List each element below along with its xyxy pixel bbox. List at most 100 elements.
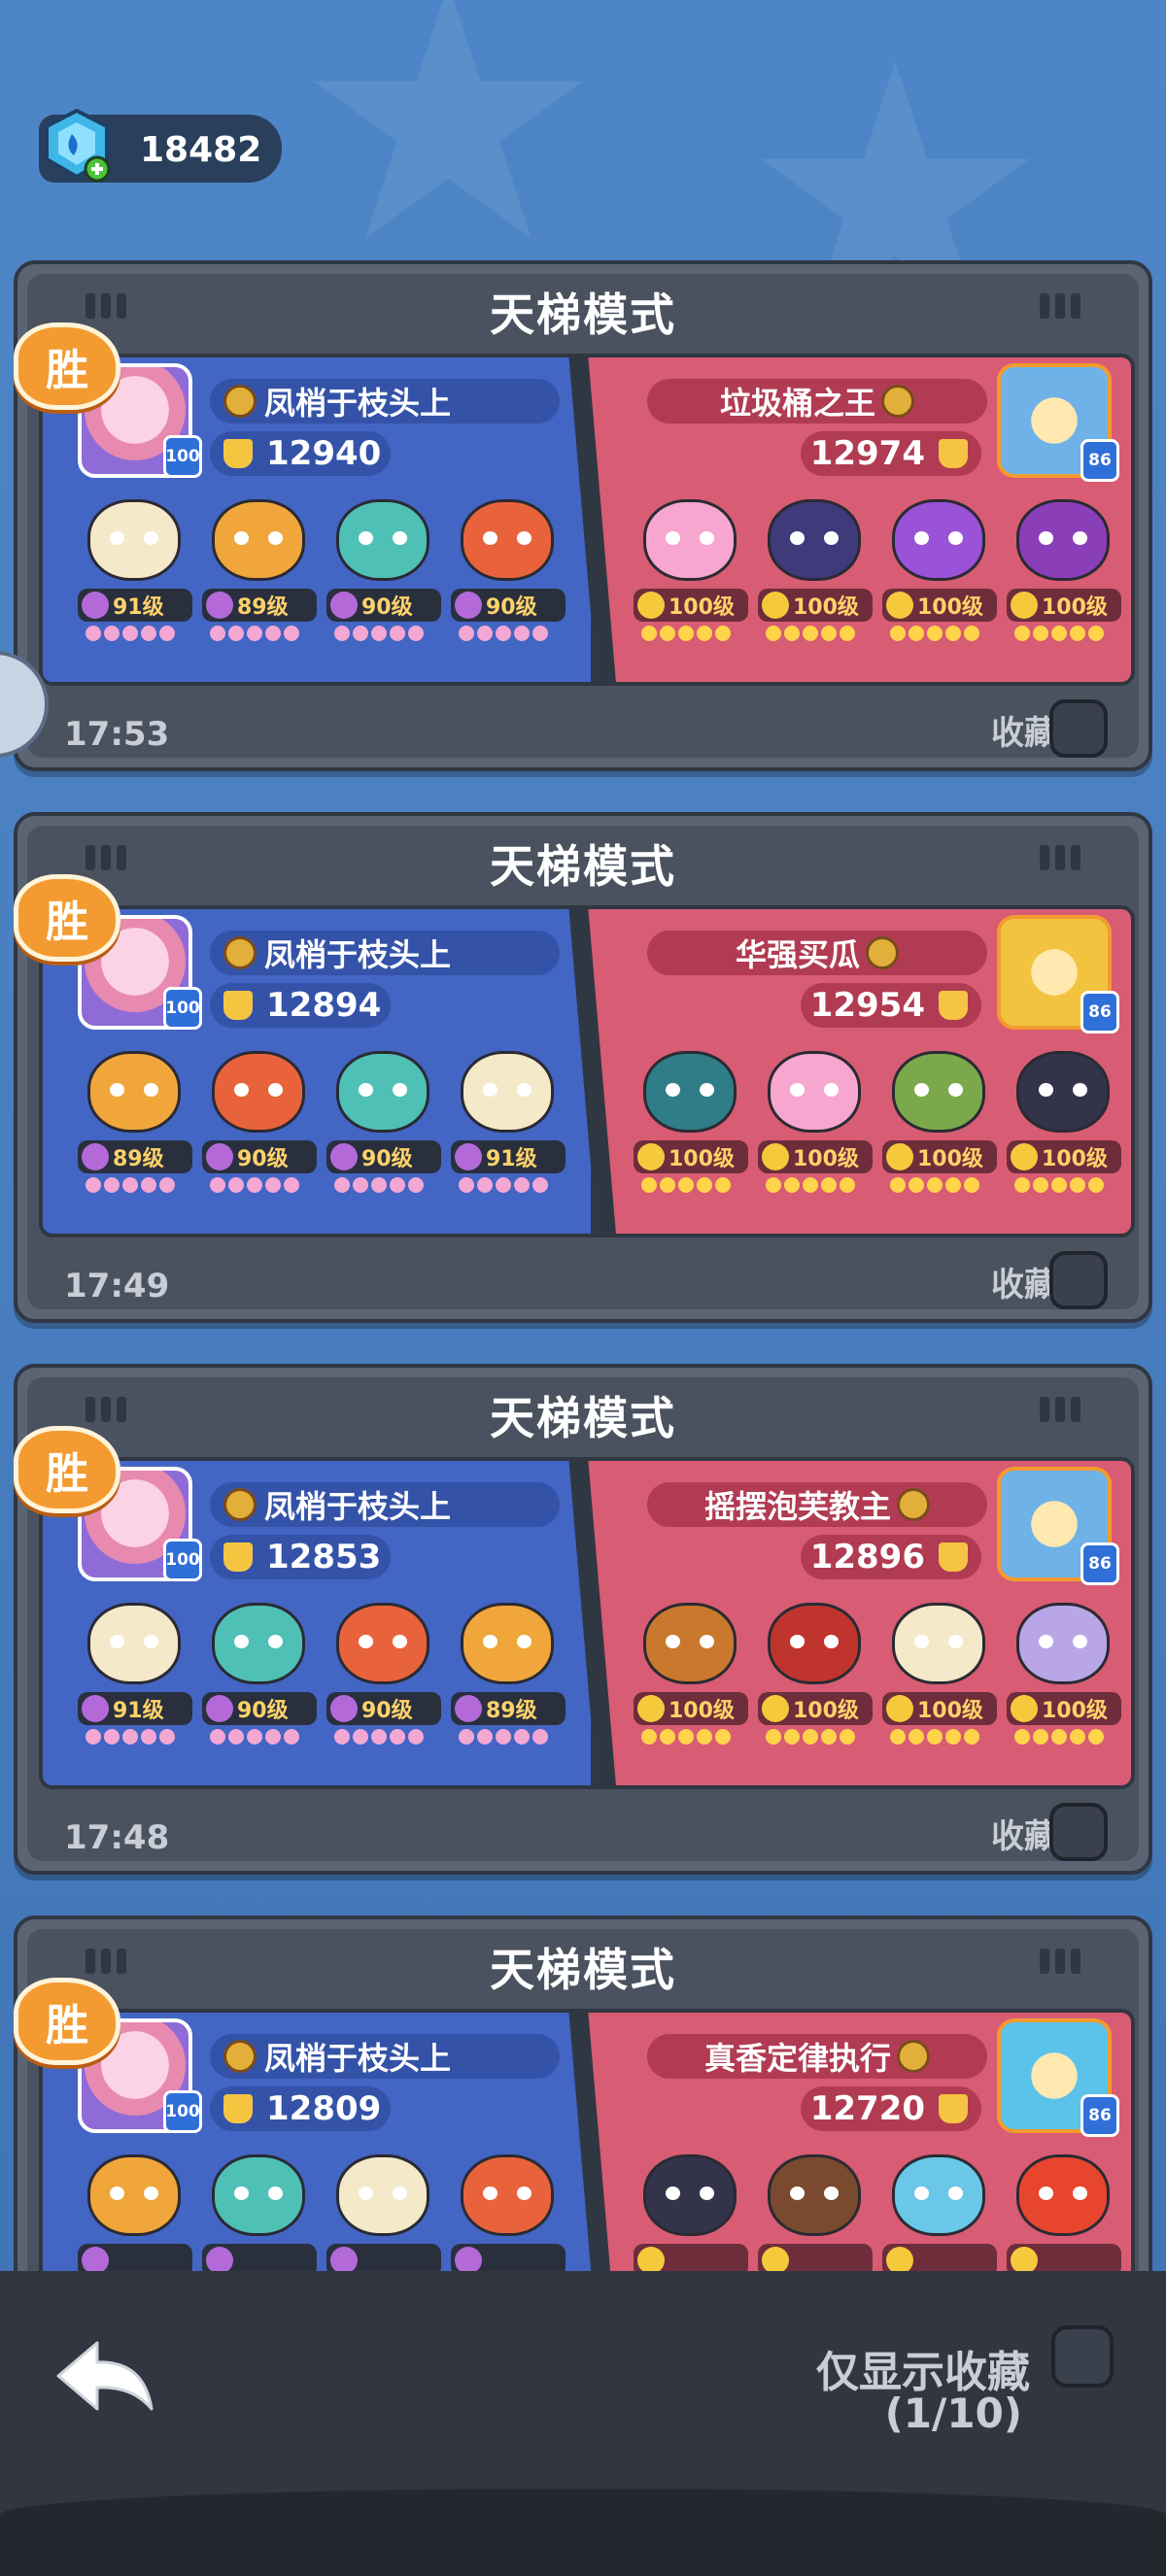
opponent-name-pill: 华强买瓜 bbox=[647, 931, 987, 975]
hero-portrait[interactable] bbox=[1016, 2154, 1110, 2236]
star-flower-icon bbox=[762, 1143, 789, 1170]
opponent-name: 华强买瓜 bbox=[735, 936, 860, 973]
hero-portrait[interactable] bbox=[1016, 499, 1110, 581]
hero-portrait[interactable] bbox=[892, 2154, 985, 2236]
trophy-icon bbox=[223, 991, 253, 1020]
hero-portrait[interactable] bbox=[461, 1051, 554, 1133]
hero-portrait[interactable] bbox=[1016, 1603, 1110, 1684]
star-icon bbox=[803, 626, 818, 641]
hero-eyes bbox=[233, 530, 284, 545]
hero-portrait[interactable] bbox=[461, 1603, 554, 1684]
match-card: 天梯模式 100 凤梢于枝头上 12853 摇摆泡芙教主 12896 86 91级 90级 90级… bbox=[14, 1364, 1152, 1875]
hero-portrait[interactable] bbox=[212, 1603, 305, 1684]
hero-portrait[interactable] bbox=[643, 2154, 737, 2236]
player-level-badge: 100 bbox=[163, 1539, 202, 1581]
hero-star-rating bbox=[459, 1177, 548, 1195]
win-badge: 胜 bbox=[14, 322, 120, 410]
star-icon bbox=[353, 1729, 368, 1745]
bottom-bar: 仅显示收藏 (1/10) bbox=[0, 2271, 1166, 2576]
hero-portrait[interactable] bbox=[87, 2154, 181, 2236]
rank-emblem-icon bbox=[897, 2040, 930, 2073]
star-icon bbox=[408, 1177, 424, 1193]
star-icon bbox=[890, 626, 906, 641]
star-icon bbox=[803, 1729, 818, 1745]
hero-portrait[interactable] bbox=[892, 499, 985, 581]
hero-portrait[interactable] bbox=[892, 1603, 985, 1684]
hero-portrait[interactable] bbox=[336, 1051, 429, 1133]
hero-level-badge: 91级 bbox=[451, 1140, 566, 1173]
player-score: 12894 bbox=[266, 986, 382, 1025]
hero-level: 91级 bbox=[486, 1147, 537, 1171]
favorite-checkbox[interactable] bbox=[1049, 1251, 1108, 1309]
star-flower-icon bbox=[206, 2247, 233, 2274]
star-icon bbox=[390, 1729, 405, 1745]
star-icon bbox=[265, 1729, 281, 1745]
hero-portrait[interactable] bbox=[768, 1603, 861, 1684]
hero-portrait[interactable] bbox=[87, 1603, 181, 1684]
star-icon bbox=[840, 626, 855, 641]
opponent-level-badge: 86 bbox=[1080, 1542, 1119, 1585]
hero-eyes bbox=[913, 1082, 964, 1097]
star-flower-icon bbox=[886, 1143, 913, 1170]
hero-portrait[interactable] bbox=[212, 1051, 305, 1133]
hero-level-badge: 100级 bbox=[758, 1692, 873, 1725]
hero-portrait[interactable] bbox=[212, 499, 305, 581]
hero-portrait[interactable] bbox=[768, 499, 861, 581]
hero-portrait[interactable] bbox=[461, 2154, 554, 2236]
star-icon bbox=[927, 626, 943, 641]
opponent-name: 摇摆泡芙教主 bbox=[703, 1488, 891, 1525]
hero-portrait[interactable] bbox=[643, 499, 737, 581]
player-level-badge: 100 bbox=[163, 987, 202, 1030]
opponent-level-badge: 86 bbox=[1080, 991, 1119, 1034]
hero-portrait[interactable] bbox=[87, 1051, 181, 1133]
star-flower-icon bbox=[762, 592, 789, 619]
player-score-pill: 12894 bbox=[210, 983, 391, 1028]
star-icon bbox=[840, 1729, 855, 1745]
hero-star-rating bbox=[641, 1177, 731, 1195]
hero-eyes bbox=[482, 530, 532, 545]
hero-portrait[interactable] bbox=[212, 2154, 305, 2236]
hero-portrait[interactable] bbox=[336, 1603, 429, 1684]
star-icon bbox=[459, 1729, 474, 1745]
hero-star-rating bbox=[210, 626, 299, 643]
star-flower-icon bbox=[82, 1143, 109, 1170]
hero-star-rating bbox=[86, 626, 175, 643]
hero-portrait[interactable] bbox=[336, 2154, 429, 2236]
favorite-checkbox[interactable] bbox=[1049, 699, 1108, 758]
star-icon bbox=[141, 1729, 156, 1745]
star-icon bbox=[122, 1729, 138, 1745]
hero-eyes bbox=[109, 2186, 159, 2200]
back-arrow-icon[interactable] bbox=[54, 2337, 155, 2419]
background-star-icon: ★ bbox=[292, 0, 605, 320]
hero-eyes bbox=[482, 1634, 532, 1648]
hero-portrait[interactable] bbox=[461, 499, 554, 581]
star-icon bbox=[784, 1729, 800, 1745]
hero-level: 100级 bbox=[917, 1147, 983, 1171]
player-name: 凤梢于枝头上 bbox=[264, 385, 452, 422]
gem-plus-icon[interactable] bbox=[43, 109, 111, 183]
opponent-score: 12896 bbox=[809, 1538, 925, 1576]
trophy-icon bbox=[939, 439, 968, 468]
opponent-level-badge: 86 bbox=[1080, 2094, 1119, 2137]
hero-level: 100级 bbox=[1042, 595, 1108, 620]
favorite-checkbox[interactable] bbox=[1049, 1803, 1108, 1861]
hero-portrait[interactable] bbox=[643, 1051, 737, 1133]
hero-portrait[interactable] bbox=[768, 2154, 861, 2236]
match-mode-title: 天梯模式 bbox=[490, 840, 676, 893]
hero-level-badge: 90级 bbox=[202, 1692, 317, 1725]
hero-portrait[interactable] bbox=[87, 499, 181, 581]
hero-portrait[interactable] bbox=[643, 1603, 737, 1684]
hero-portrait[interactable] bbox=[1016, 1051, 1110, 1133]
show-favorites-only-checkbox[interactable] bbox=[1051, 2325, 1114, 2388]
star-flower-icon bbox=[762, 1695, 789, 1722]
star-icon bbox=[641, 1729, 657, 1745]
hero-portrait[interactable] bbox=[336, 499, 429, 581]
star-icon bbox=[1051, 1729, 1067, 1745]
star-flower-icon bbox=[330, 592, 358, 619]
hero-star-rating bbox=[890, 626, 979, 643]
hero-level-badge: 100级 bbox=[758, 1140, 873, 1173]
hero-level-badge: 100级 bbox=[634, 589, 748, 622]
hero-portrait[interactable] bbox=[768, 1051, 861, 1133]
star-icon bbox=[1014, 1729, 1030, 1745]
hero-portrait[interactable] bbox=[892, 1051, 985, 1133]
